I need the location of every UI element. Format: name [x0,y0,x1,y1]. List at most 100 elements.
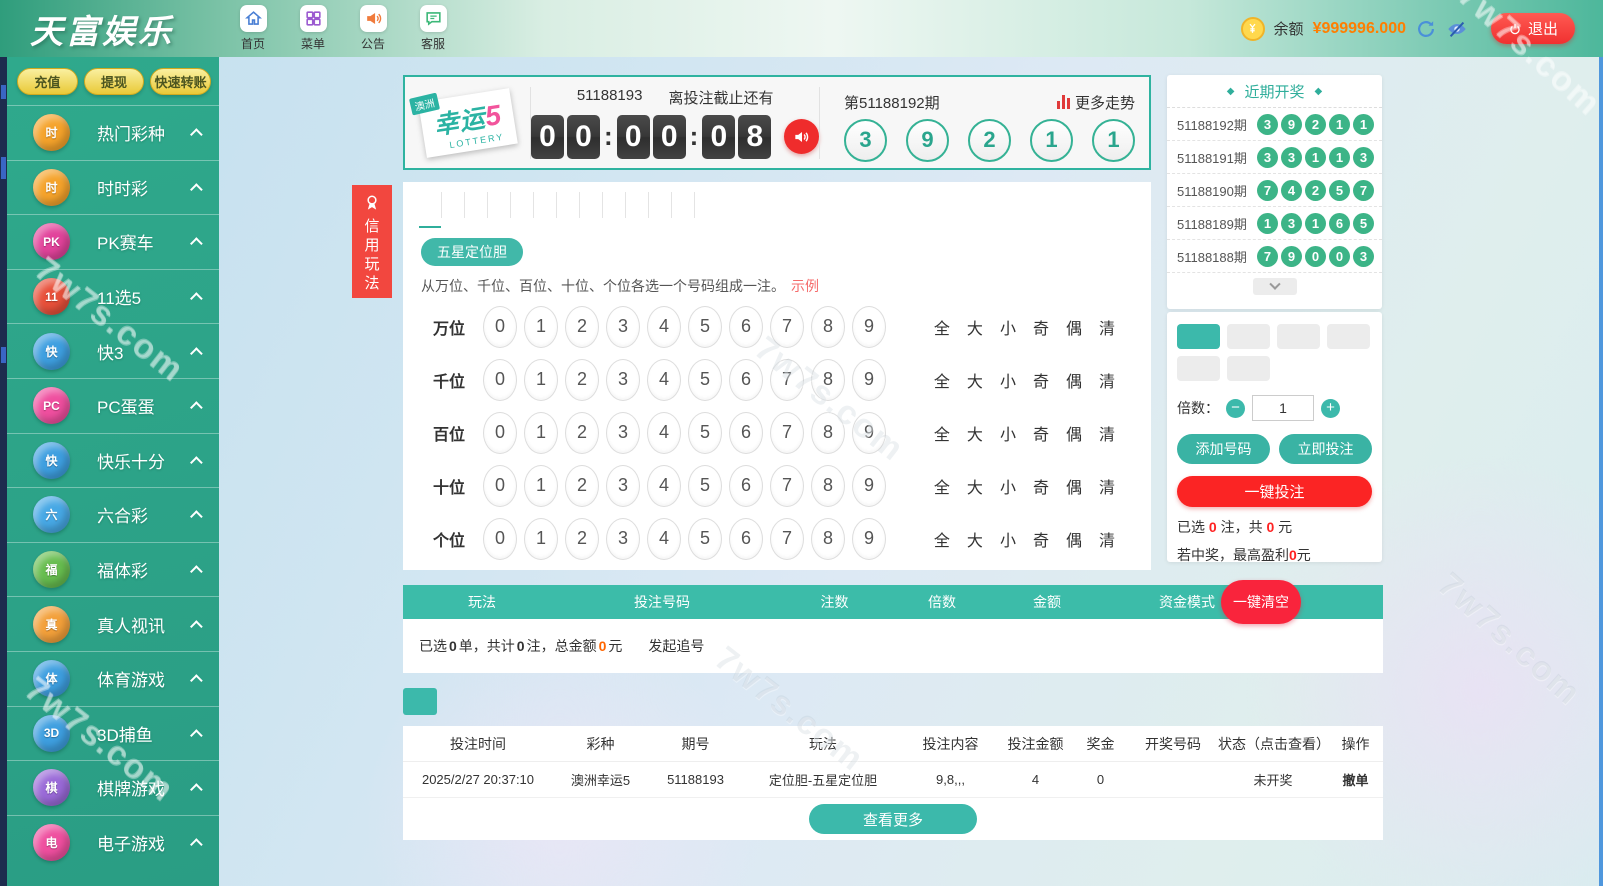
number-option[interactable]: 9 [852,306,886,348]
record-tab[interactable] [451,688,485,715]
play-tab[interactable] [465,192,488,218]
quick-select-option[interactable]: 偶 [1066,421,1082,445]
play-tab[interactable] [442,192,465,218]
number-option[interactable]: 6 [729,306,763,348]
sidebar-item[interactable]: 电 电子游戏 [7,815,219,870]
number-option[interactable]: 3 [606,465,640,507]
quick-select-option[interactable]: 大 [967,474,983,498]
sidebar-item[interactable]: 时 热门彩种 [7,105,219,160]
quick-select-option[interactable]: 小 [1000,474,1016,498]
nav-announcement[interactable]: 公告 [350,5,396,52]
number-option[interactable]: 9 [852,518,886,560]
number-option[interactable]: 2 [565,518,599,560]
record-tab[interactable] [403,688,437,715]
example-link[interactable]: 示例 [791,278,819,294]
play-tab[interactable] [557,192,580,218]
amount-option[interactable] [1227,356,1270,381]
number-option[interactable]: 6 [729,359,763,401]
status[interactable]: 未开奖 [1218,770,1328,789]
number-option[interactable]: 4 [647,306,681,348]
play-tab[interactable] [672,192,695,218]
quick-select-option[interactable]: 奇 [1033,474,1049,498]
quick-select-option[interactable]: 大 [967,527,983,551]
quick-select-option[interactable]: 清 [1099,421,1115,445]
clear-all-button[interactable]: 一键清空 [1221,580,1301,624]
number-option[interactable]: 3 [606,412,640,454]
number-option[interactable]: 4 [647,465,681,507]
sidebar-item[interactable]: 11 11选5 [7,269,219,324]
number-option[interactable]: 7 [770,359,804,401]
sidebar-item[interactable]: 棋 棋牌游戏 [7,760,219,815]
play-tab[interactable] [580,192,603,218]
expand-draws-button[interactable] [1253,278,1297,295]
quick-select-option[interactable]: 奇 [1033,527,1049,551]
number-option[interactable]: 2 [565,412,599,454]
sidebar-item[interactable]: 六 六合彩 [7,487,219,542]
sidebar-item[interactable]: 体 体育游戏 [7,651,219,706]
number-option[interactable]: 7 [770,412,804,454]
number-option[interactable]: 1 [524,518,558,560]
play-tab[interactable] [603,192,626,218]
sound-icon[interactable] [784,119,819,154]
number-option[interactable]: 3 [606,306,640,348]
number-option[interactable]: 5 [688,306,722,348]
sidebar-item[interactable]: 福 福体彩 [7,542,219,597]
quick-select-option[interactable]: 全 [934,368,950,392]
quick-select-option[interactable]: 清 [1099,368,1115,392]
play-tab[interactable] [649,192,672,218]
quick-select-option[interactable]: 奇 [1033,315,1049,339]
number-option[interactable]: 1 [524,412,558,454]
quick-select-option[interactable]: 偶 [1066,315,1082,339]
amount-option[interactable] [1227,324,1270,349]
quick-select-option[interactable]: 清 [1099,315,1115,339]
quick-select-option[interactable]: 清 [1099,527,1115,551]
play-tab[interactable] [626,192,649,218]
number-option[interactable]: 8 [811,306,845,348]
play-tab[interactable] [419,192,442,218]
quick-action-button[interactable]: 快速转账 [150,68,211,95]
quick-select-option[interactable]: 大 [967,421,983,445]
play-tab[interactable] [511,192,534,218]
minus-button[interactable]: − [1226,399,1245,418]
number-option[interactable]: 2 [565,465,599,507]
number-option[interactable]: 7 [770,306,804,348]
quick-select-option[interactable]: 全 [934,527,950,551]
start-chase-link[interactable]: 发起追号 [648,636,704,656]
sidebar-item[interactable]: 3D 3D捕鱼 [7,706,219,761]
number-option[interactable]: 7 [770,518,804,560]
number-option[interactable]: 5 [688,412,722,454]
quick-select-option[interactable]: 偶 [1066,527,1082,551]
refresh-icon[interactable] [1415,18,1437,40]
number-option[interactable]: 9 [852,359,886,401]
play-tab[interactable] [695,192,717,218]
number-option[interactable]: 1 [524,306,558,348]
bet-now-button[interactable]: 立即投注 [1279,434,1372,464]
quick-select-option[interactable]: 小 [1000,368,1016,392]
amount-option[interactable] [1177,324,1220,349]
quick-select-option[interactable]: 全 [934,474,950,498]
number-option[interactable]: 6 [729,518,763,560]
quick-select-option[interactable]: 奇 [1033,421,1049,445]
play-name-pill[interactable]: 五星定位胆 [421,238,523,266]
sidebar-item[interactable]: 真 真人视讯 [7,596,219,651]
number-option[interactable]: 6 [729,412,763,454]
quick-select-option[interactable]: 小 [1000,421,1016,445]
quick-select-option[interactable]: 偶 [1066,368,1082,392]
number-option[interactable]: 0 [483,465,517,507]
number-option[interactable]: 4 [647,359,681,401]
number-option[interactable]: 7 [770,465,804,507]
sidebar-item[interactable]: PC PC蛋蛋 [7,378,219,433]
add-number-button[interactable]: 添加号码 [1177,434,1270,464]
sidebar-item[interactable]: 快 快乐十分 [7,433,219,488]
cancel-bet-link[interactable]: 撤单 [1328,770,1383,789]
eye-off-icon[interactable] [1446,18,1468,40]
quick-select-option[interactable]: 偶 [1066,474,1082,498]
number-option[interactable]: 3 [606,359,640,401]
number-option[interactable]: 8 [811,359,845,401]
quick-action-button[interactable]: 提现 [84,68,145,95]
amount-option[interactable] [1277,324,1320,349]
sidebar-item[interactable]: 快 快3 [7,323,219,378]
nav-menu[interactable]: 菜单 [290,5,336,52]
quick-select-option[interactable]: 小 [1000,315,1016,339]
number-option[interactable]: 5 [688,359,722,401]
